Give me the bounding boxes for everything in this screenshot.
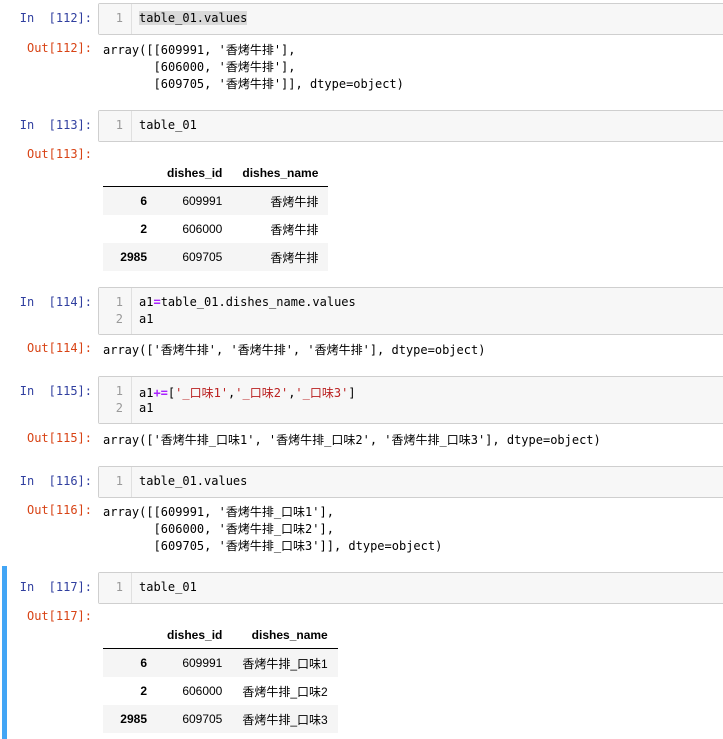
- table-cell: 609991: [182, 194, 223, 208]
- table-header-row: dishes_id dishes_name: [103, 620, 338, 649]
- output-line: [606000, '香烤牛排_口味2'],: [103, 522, 334, 536]
- code-line[interactable]: a1: [139, 312, 153, 326]
- table-cell: 香烤牛排_口味1: [242, 656, 328, 671]
- table-row: 2 606000 香烤牛排: [103, 215, 328, 243]
- table-row: 2 606000 香烤牛排_口味2: [103, 677, 338, 705]
- code-editor[interactable]: 1 2 a1=table_01.dishes_name.values a1: [98, 287, 723, 335]
- table-cell: 香烤牛排_口味2: [242, 684, 328, 699]
- input-prompt: In [115]:: [19, 384, 92, 398]
- line-number: 1: [115, 11, 123, 25]
- line-gutter: 1: [99, 573, 132, 603]
- column-header: dishes_name: [232, 158, 329, 187]
- line-gutter: 1 2: [99, 377, 132, 423]
- row-index: 6: [140, 194, 147, 208]
- line-gutter: 1: [99, 4, 132, 34]
- table-cell: 606000: [182, 222, 223, 236]
- output-line: array(['香烤牛排', '香烤牛排', '香烤牛排'], dtype=ob…: [103, 343, 486, 357]
- code-editor[interactable]: 1 2 a1+=['_口味1','_口味2','_口味3'] a1: [98, 376, 723, 424]
- column-header: dishes_name: [232, 620, 338, 649]
- code-line[interactable]: a1: [139, 401, 153, 415]
- code-line[interactable]: table_01: [139, 580, 197, 594]
- table-cell: 609705: [182, 712, 223, 726]
- table-cell: 609991: [182, 656, 223, 670]
- row-index: 2985: [120, 712, 147, 726]
- line-gutter: 1 2: [99, 288, 132, 334]
- code-editor[interactable]: 1 table_01.values: [98, 466, 723, 498]
- line-number: 1: [115, 580, 123, 594]
- table-cell: 香烤牛排: [270, 250, 319, 265]
- code-line[interactable]: a1+=['_口味1','_口味2','_口味3']: [139, 384, 356, 401]
- line-number: 2: [115, 312, 123, 326]
- code-editor[interactable]: 1 table_01: [98, 110, 723, 142]
- input-prompt: In [117]:: [19, 580, 92, 594]
- output-line: [609705, '香烤牛排']], dtype=object): [103, 77, 404, 91]
- table-cell: 609705: [182, 250, 223, 264]
- line-number: 1: [115, 118, 123, 132]
- row-index: 2: [140, 222, 147, 236]
- row-index: 6: [140, 656, 147, 670]
- code-line[interactable]: table_01.values: [139, 474, 247, 488]
- table-cell: 香烤牛排: [270, 194, 319, 209]
- output-prompt: Out[112]:: [26, 41, 92, 55]
- line-number: 1: [115, 295, 123, 309]
- input-prompt: In [114]:: [19, 295, 92, 309]
- table-cell: 香烤牛排: [270, 222, 319, 237]
- line-number: 2: [115, 401, 123, 415]
- column-header: dishes_id: [157, 158, 233, 187]
- dataframe-table: dishes_id dishes_name 6 609991 香烤牛排 2 60…: [103, 158, 329, 271]
- code-line[interactable]: a1=table_01.dishes_name.values: [139, 295, 356, 309]
- code-line[interactable]: table_01.values: [139, 11, 248, 25]
- row-index: 2985: [120, 250, 147, 264]
- index-header: [103, 158, 157, 187]
- code-line[interactable]: table_01: [139, 118, 197, 132]
- output-prompt: Out[115]:: [26, 431, 92, 445]
- table-row: 2985 609705 香烤牛排_口味3: [103, 705, 338, 733]
- selected-text: table_01.values: [139, 11, 248, 25]
- table-cell: 香烤牛排_口味3: [242, 712, 328, 727]
- index-header: [103, 620, 157, 649]
- table-cell: 606000: [182, 684, 223, 698]
- output-prompt: Out[117]:: [26, 609, 92, 623]
- input-prompt: In [112]:: [19, 11, 92, 25]
- input-prompt: In [116]:: [19, 474, 92, 488]
- code-editor[interactable]: 1 table_01: [98, 572, 723, 604]
- line-gutter: 1: [99, 467, 132, 497]
- table-row: 6 609991 香烤牛排: [103, 186, 329, 215]
- output-line: array(['香烤牛排_口味1', '香烤牛排_口味2', '香烤牛排_口味3…: [103, 433, 601, 447]
- line-number: 1: [115, 384, 123, 398]
- row-index: 2: [140, 684, 147, 698]
- output-prompt: Out[116]:: [26, 503, 92, 517]
- line-gutter: 1: [99, 111, 132, 141]
- output-line: [609705, '香烤牛排_口味3']], dtype=object): [103, 539, 443, 553]
- dataframe-table: dishes_id dishes_name 6 609991 香烤牛排_口味1 …: [103, 620, 338, 733]
- table-header-row: dishes_id dishes_name: [103, 158, 329, 187]
- output-prompt: Out[113]:: [26, 147, 92, 161]
- line-number: 1: [115, 474, 123, 488]
- output-line: array([[609991, '香烤牛排'],: [103, 43, 296, 57]
- input-prompt: In [113]:: [19, 118, 92, 132]
- column-header: dishes_id: [157, 620, 233, 649]
- table-row: 6 609991 香烤牛排_口味1: [103, 648, 338, 677]
- output-line: [606000, '香烤牛排'],: [103, 60, 296, 74]
- code-editor[interactable]: 1 table_01.values: [98, 3, 723, 35]
- output-line: array([[609991, '香烤牛排_口味1'],: [103, 505, 334, 519]
- table-row: 2985 609705 香烤牛排: [103, 243, 329, 271]
- output-prompt: Out[114]:: [26, 341, 92, 355]
